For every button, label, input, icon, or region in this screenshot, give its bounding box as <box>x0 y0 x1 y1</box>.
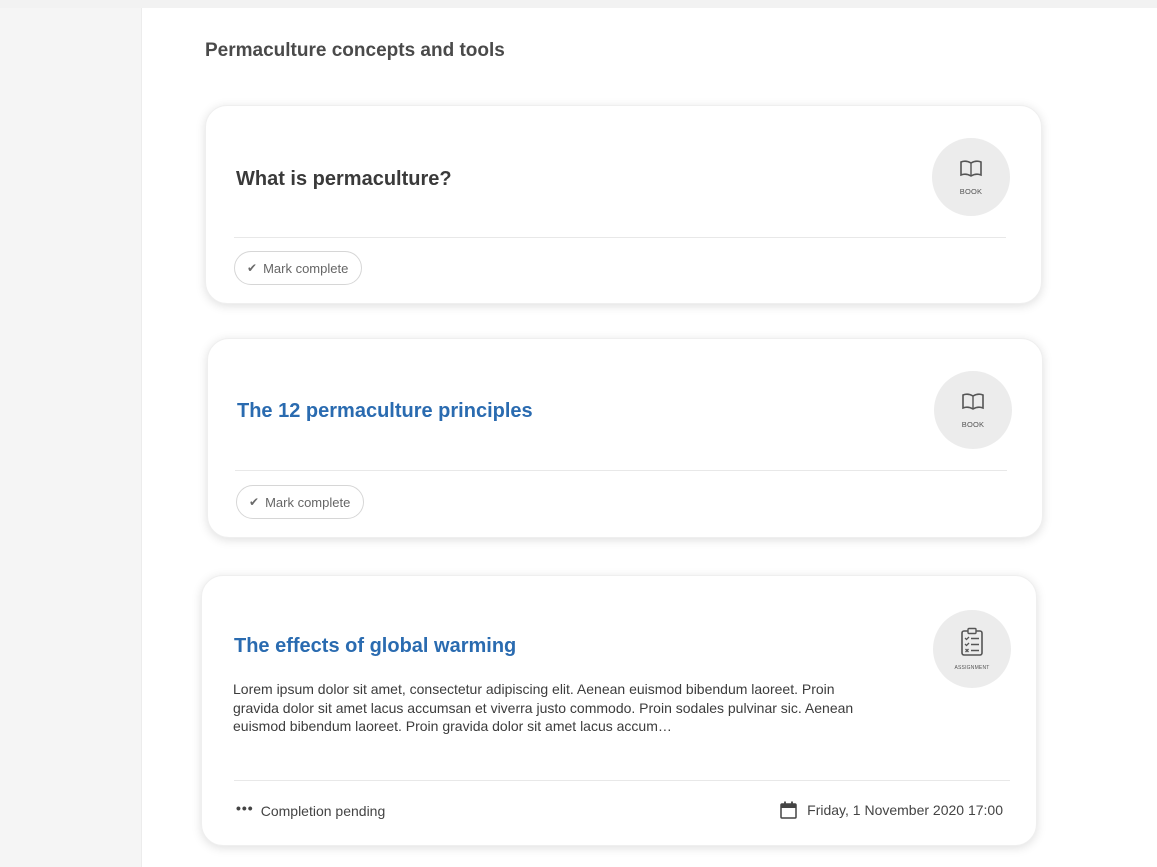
completion-status: ••• Completion pending <box>236 800 386 819</box>
mark-complete-button[interactable]: ✔ Mark complete <box>236 485 365 519</box>
badge-label: ASSIGNMENT <box>954 665 990 671</box>
mark-complete-button[interactable]: ✔ Mark complete <box>234 251 363 285</box>
book-icon <box>961 392 985 417</box>
due-date: Friday, 1 November 2020 17:00 <box>780 801 1003 819</box>
badge-label: BOOK <box>959 186 983 196</box>
activity-type-badge: BOOK <box>934 371 1012 449</box>
more-dots-icon: ••• <box>236 800 254 816</box>
activity-title-link[interactable]: The 12 permaculture principles <box>237 400 533 423</box>
top-border <box>0 0 1157 8</box>
badge-label: BOOK <box>961 419 985 429</box>
activity-title: What is permaculture? <box>236 168 452 190</box>
section-title: Permaculture concepts and tools <box>205 40 505 61</box>
mark-complete-label: Mark complete <box>265 494 351 510</box>
check-icon: ✔ <box>247 261 258 275</box>
activity-title-link[interactable]: The effects of global warming <box>234 635 516 658</box>
clipboard-checklist-icon <box>960 627 984 662</box>
card-divider <box>234 780 1010 781</box>
completion-status-label: Completion pending <box>260 803 386 819</box>
activity-card-1: What is permaculture? BOOK ✔ Mark comple… <box>205 105 1042 304</box>
activity-card-2: The 12 permaculture principles BOOK ✔ Ma… <box>207 338 1043 538</box>
due-date-label: Friday, 1 November 2020 17:00 <box>807 802 1003 818</box>
activity-type-badge: ASSIGNMENT <box>933 610 1011 688</box>
card-divider <box>234 237 1006 238</box>
calendar-icon <box>780 801 797 819</box>
activity-type-badge: BOOK <box>932 138 1010 216</box>
card-divider <box>235 470 1007 471</box>
activity-description: Lorem ipsum dolor sit amet, consectetur … <box>233 681 854 734</box>
left-sidebar <box>0 8 142 867</box>
book-icon <box>959 159 983 184</box>
check-icon: ✔ <box>249 495 260 509</box>
mark-complete-label: Mark complete <box>263 260 349 276</box>
